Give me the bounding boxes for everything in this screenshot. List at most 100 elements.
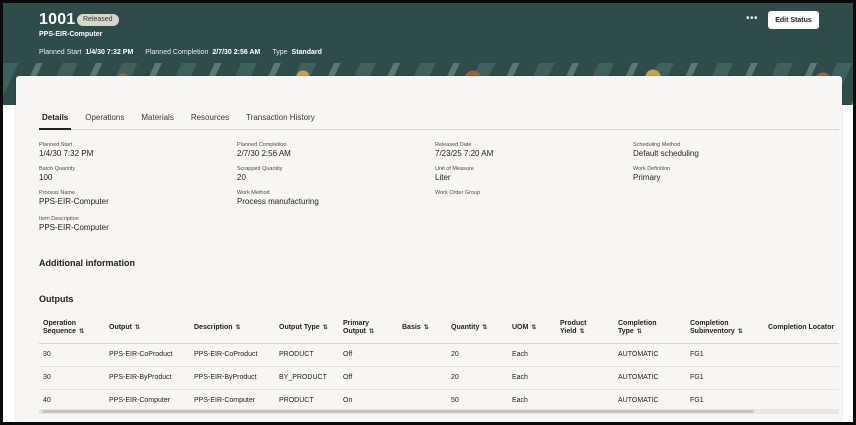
- column-header[interactable]: Primary Output ⇅: [339, 314, 398, 344]
- meta-value-planned-start: 1/4/30 7:32 PM: [85, 49, 134, 56]
- column-header[interactable]: Operation Sequence ⇅: [39, 314, 105, 344]
- column-header: Completion Locator: [764, 314, 839, 344]
- field-planned-start: Planned Start 1/4/30 7:32 PM: [39, 142, 93, 159]
- table-cell: [764, 343, 839, 367]
- outputs-table: Operation Sequence ⇅ Output ⇅ Description ⇅ Ou…: [39, 314, 839, 408]
- meta-value-planned-completion: 2/7/30 2:56 AM: [212, 49, 261, 56]
- field-label: Batch Quantity: [39, 166, 76, 172]
- table-row[interactable]: 30 PPS-EIR-ByProduct PPS-EIR-ByProduct BY_P…: [39, 366, 839, 390]
- scrollbar-thumb[interactable]: [42, 410, 754, 413]
- column-header-label: Output: [109, 324, 132, 332]
- sort-icon[interactable]: ⇅: [236, 325, 241, 331]
- tab-materials[interactable]: Materials: [138, 112, 176, 130]
- sort-icon[interactable]: ⇅: [531, 325, 536, 331]
- field-label: Released Date: [435, 142, 472, 148]
- work-order-number: 1001: [39, 11, 76, 28]
- details-card: Details Operations Materials Resources T…: [16, 76, 842, 422]
- outputs-header-row: Operation Sequence ⇅ Output ⇅ Description ⇅ Ou…: [39, 314, 839, 344]
- table-cell: PPS-EIR-Computer: [190, 389, 275, 408]
- column-header[interactable]: Quantity ⇅: [447, 314, 508, 344]
- table-cell: PPS-EIR-CoProduct: [105, 343, 190, 367]
- field-work-definition: Work Definition Primary: [633, 166, 670, 183]
- field-label: Work Definition: [633, 166, 671, 172]
- item-name: PPS-EIR-Computer: [39, 31, 103, 38]
- table-cell: PRODUCT: [275, 389, 339, 408]
- sort-icon[interactable]: ⇅: [579, 329, 584, 335]
- table-cell: 20: [447, 366, 508, 390]
- column-header-label: Description: [194, 324, 233, 332]
- field-label: Work Order Group: [435, 190, 481, 196]
- tab-resources[interactable]: Resources: [188, 112, 232, 130]
- column-header-label: Operation Sequence: [43, 320, 77, 336]
- table-cell: BY_PRODUCT: [275, 366, 339, 390]
- column-header[interactable]: UOM ⇅: [508, 314, 556, 344]
- table-cell: FG1: [686, 366, 764, 390]
- sort-icon[interactable]: ⇅: [135, 325, 140, 331]
- tab-operations[interactable]: Operations: [82, 112, 127, 130]
- table-cell: AUTOMATIC: [614, 366, 686, 390]
- column-header-label: Output Type: [279, 324, 320, 332]
- column-header[interactable]: Description ⇅: [190, 314, 275, 344]
- column-header-label: Completion Locator: [768, 324, 835, 332]
- field-process-name: Process Name PPS-EIR-Computer: [39, 190, 109, 207]
- table-cell: 50: [447, 389, 508, 408]
- column-header[interactable]: Output ⇅: [105, 314, 190, 344]
- field-scheduling-method: Scheduling Method Default scheduling: [633, 142, 699, 159]
- sort-icon[interactable]: ⇅: [323, 325, 328, 331]
- table-cell: 30: [39, 343, 105, 367]
- table-cell: PRODUCT: [275, 343, 339, 367]
- field-value: PPS-EIR-Computer: [39, 223, 109, 232]
- field-item-description: Item Description PPS-EIR-Computer: [39, 216, 109, 233]
- sort-icon[interactable]: ⇅: [482, 325, 487, 331]
- field-label: Planned Completion: [237, 142, 287, 148]
- table-cell: 20: [447, 343, 508, 367]
- column-header[interactable]: Output Type ⇅: [275, 314, 339, 344]
- column-header[interactable]: Completion Subinventory ⇅: [686, 314, 764, 344]
- field-planned-completion: Planned Completion 2/7/30 2:56 AM: [237, 142, 291, 159]
- additional-information-heading: Additional information: [39, 258, 135, 268]
- sort-icon[interactable]: ⇅: [424, 325, 429, 331]
- table-cell: PPS-EIR-Computer: [105, 389, 190, 408]
- sort-icon[interactable]: ⇅: [79, 329, 84, 335]
- table-cell: [556, 389, 614, 408]
- field-work-method: Work Method Process manufacturing: [237, 190, 319, 207]
- table-row[interactable]: 40 PPS-EIR-Computer PPS-EIR-Computer PRODUC…: [39, 389, 839, 408]
- field-label: Scheduling Method: [633, 142, 681, 148]
- tab-transaction-history[interactable]: Transaction History: [243, 112, 318, 130]
- field-value: Default scheduling: [633, 149, 699, 158]
- table-row[interactable]: 30 PPS-EIR-CoProduct PPS-EIR-CoProduct PROD…: [39, 343, 839, 367]
- table-cell: PPS-EIR-ByProduct: [105, 366, 190, 390]
- table-cell: FG1: [686, 343, 764, 367]
- more-options-icon[interactable]: •••: [745, 14, 759, 25]
- sort-icon[interactable]: ⇅: [369, 329, 374, 335]
- meta-value-type: Standard: [291, 49, 322, 56]
- field-label: Work Method: [237, 190, 270, 196]
- table-cell: [398, 389, 447, 408]
- field-value: Process manufacturing: [237, 197, 319, 206]
- field-value: 100: [39, 173, 53, 182]
- field-value: 1/4/30 7:32 PM: [39, 149, 94, 158]
- field-label: Process Name: [39, 190, 76, 196]
- table-cell: AUTOMATIC: [614, 389, 686, 408]
- table-cell: Each: [508, 389, 556, 408]
- field-value: Primary: [633, 173, 661, 182]
- horizontal-scrollbar[interactable]: [39, 409, 839, 414]
- column-header[interactable]: Basis ⇅: [398, 314, 447, 344]
- sort-icon[interactable]: ⇅: [738, 329, 743, 335]
- table-cell: [556, 366, 614, 390]
- table-cell: PPS-EIR-CoProduct: [190, 343, 275, 367]
- sort-icon[interactable]: ⇅: [637, 329, 642, 335]
- table-cell: Off: [339, 343, 398, 367]
- table-cell: [764, 389, 839, 408]
- outputs-table-container: Operation Sequence ⇅ Output ⇅ Description ⇅ Ou…: [39, 314, 839, 408]
- edit-status-button[interactable]: Edit Status: [768, 11, 819, 29]
- table-cell: Each: [508, 366, 556, 390]
- field-released-date: Released Date 7/23/25 7:20 AM: [435, 142, 493, 159]
- column-header-label: UOM: [512, 324, 529, 332]
- tab-bar: Details Operations Materials Resources T…: [39, 112, 839, 130]
- field-value: PPS-EIR-Computer: [39, 197, 109, 206]
- column-header[interactable]: Product Yield ⇅: [556, 314, 614, 344]
- tab-details[interactable]: Details: [39, 112, 72, 130]
- field-value: 2/7/30 2:56 AM: [237, 149, 291, 158]
- column-header[interactable]: Completion Type ⇅: [614, 314, 686, 344]
